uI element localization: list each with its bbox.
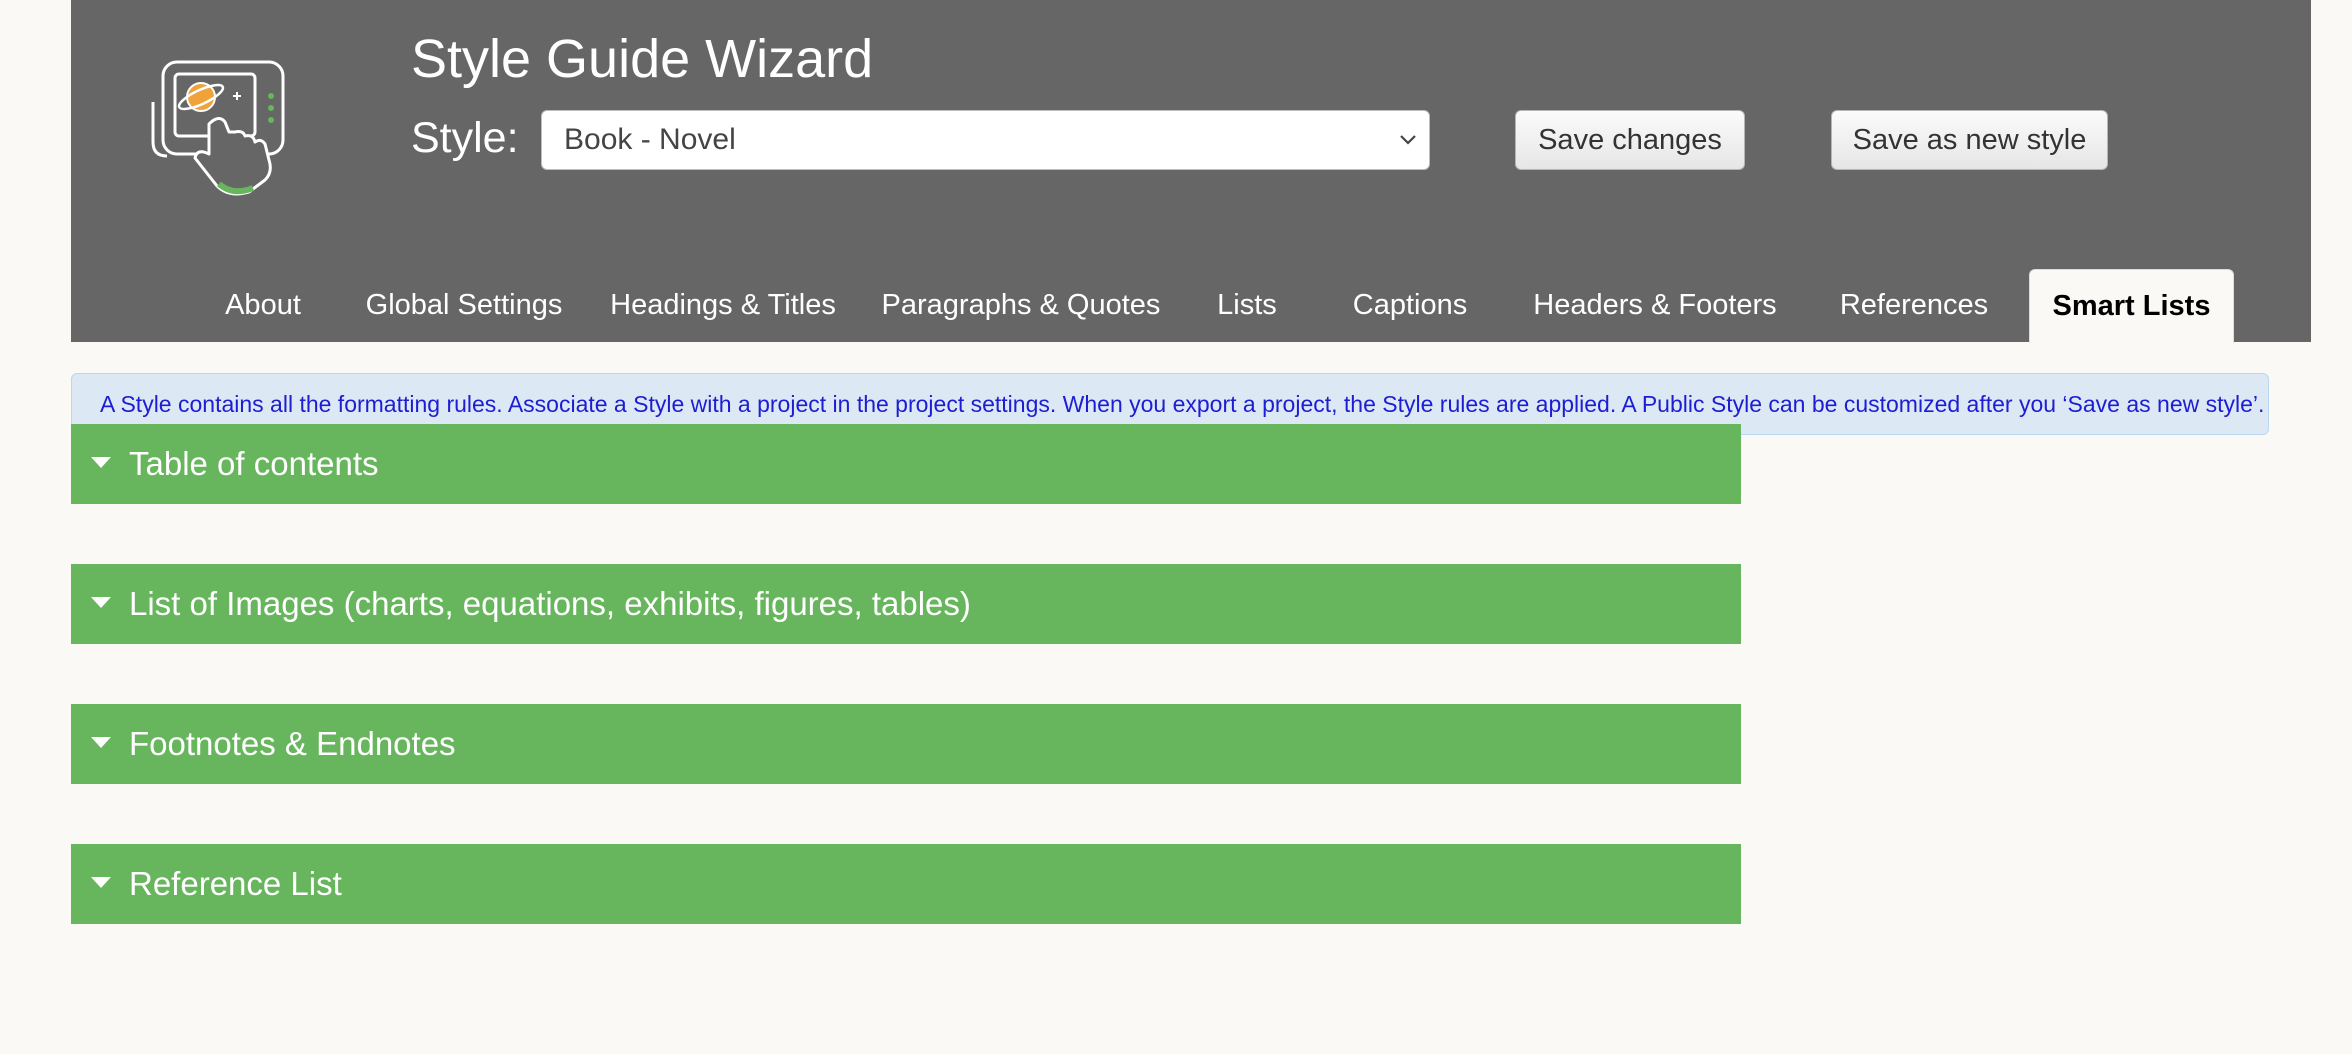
section-footnotes-endnotes[interactable]: Footnotes & Endnotes xyxy=(71,704,1741,784)
style-label: Style: xyxy=(411,114,519,162)
section-title: Footnotes & Endnotes xyxy=(129,725,456,762)
tab-lists[interactable]: Lists xyxy=(1200,268,1294,342)
app-logo-icon xyxy=(151,60,285,196)
tab-global-settings[interactable]: Global Settings xyxy=(357,268,571,342)
style-select[interactable]: Book - Novel xyxy=(541,110,1430,170)
caret-down-icon xyxy=(91,457,111,468)
app-header: Style Guide Wizard Style: Book - Novel S… xyxy=(71,0,2311,343)
style-select-value: Book - Novel xyxy=(564,123,736,156)
section-title: Reference List xyxy=(129,865,342,902)
tab-bar: About Global Settings Headings & Titles … xyxy=(71,268,2311,343)
save-changes-button[interactable]: Save changes xyxy=(1515,110,1745,170)
save-as-new-style-button[interactable]: Save as new style xyxy=(1831,110,2108,170)
section-table-of-contents[interactable]: Table of contents xyxy=(71,424,1741,504)
section-reference-list[interactable]: Reference List xyxy=(71,844,1741,924)
tab-smart-lists[interactable]: Smart Lists xyxy=(2029,269,2234,343)
section-list-of-images[interactable]: List of Images (charts, equations, exhib… xyxy=(71,564,1741,644)
caret-down-icon xyxy=(91,877,111,888)
tab-headers-footers[interactable]: Headers & Footers xyxy=(1526,268,1784,342)
tab-about[interactable]: About xyxy=(198,268,328,342)
tab-captions[interactable]: Captions xyxy=(1323,268,1497,342)
caret-down-icon xyxy=(91,737,111,748)
tab-paragraphs-quotes[interactable]: Paragraphs & Quotes xyxy=(873,268,1169,342)
tab-headings-titles[interactable]: Headings & Titles xyxy=(601,268,845,342)
chevron-down-icon xyxy=(1400,135,1416,145)
tab-references[interactable]: References xyxy=(1813,268,2015,342)
caret-down-icon xyxy=(91,597,111,608)
section-title: List of Images (charts, equations, exhib… xyxy=(129,585,971,622)
app-title: Style Guide Wizard xyxy=(411,29,874,89)
section-title: Table of contents xyxy=(129,445,379,482)
